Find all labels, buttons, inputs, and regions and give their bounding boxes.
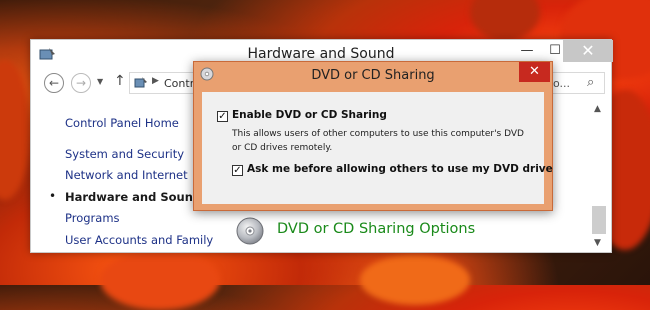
dialog-title: DVD or CD Sharing	[311, 68, 435, 83]
forward-arrow-icon[interactable]: →	[71, 73, 91, 93]
back-arrow-icon[interactable]: ←	[44, 73, 64, 93]
search-input[interactable]: o... ⌕	[549, 72, 605, 94]
wallpaper-petal	[470, 0, 540, 40]
dialog-body: ✓ Enable DVD or CD Sharing This allows u…	[202, 92, 553, 204]
scroll-down-icon[interactable]: ▼	[594, 238, 601, 248]
search-placeholder: o...	[553, 77, 571, 90]
close-button[interactable]: ✕	[563, 40, 613, 62]
wallpaper-petal	[100, 250, 220, 310]
search-icon[interactable]: ⌕	[587, 75, 594, 90]
vertical-scrollbar[interactable]: ▲ ▼	[591, 102, 607, 252]
up-arrow-icon[interactable]: ↑	[114, 73, 126, 89]
ask-before-sharing-checkbox[interactable]: ✓	[232, 165, 243, 176]
sidebar-item-control-panel-home[interactable]: Control Panel Home	[65, 116, 179, 130]
minimize-button[interactable]: —	[513, 40, 541, 62]
sidebar-item-hardware-and-sound[interactable]: Hardware and Sound	[65, 190, 201, 204]
sidebar-item-network-and-internet[interactable]: Network and Internet	[65, 168, 188, 182]
enable-sharing-checkbox[interactable]: ✓	[217, 111, 228, 122]
breadcrumb-separator-icon: ▶	[152, 76, 159, 86]
dvd-sharing-options-label[interactable]: DVD or CD Sharing Options	[277, 221, 475, 237]
dialog-close-button[interactable]: ✕	[519, 62, 550, 82]
sidebar-item-programs[interactable]: Programs	[65, 211, 120, 225]
disc-icon	[236, 217, 264, 245]
scroll-up-icon[interactable]: ▲	[594, 104, 601, 114]
scroll-thumb[interactable]	[592, 206, 606, 234]
recent-locations-icon[interactable]: ▼	[97, 77, 103, 86]
wallpaper-petal	[360, 255, 470, 305]
dvd-sharing-dialog: DVD or CD Sharing ✕ ✓ Enable DVD or CD S…	[193, 61, 553, 211]
ask-before-sharing-label[interactable]: Ask me before allowing others to use my …	[247, 163, 553, 175]
active-bullet: •	[49, 189, 57, 203]
enable-sharing-description: This allows users of other computers to …	[232, 129, 524, 153]
enable-sharing-label[interactable]: Enable DVD or CD Sharing	[232, 109, 387, 121]
sidebar-item-user-accounts-and-family[interactable]: User Accounts and Family	[65, 233, 213, 247]
sidebar-item-system-and-security[interactable]: System and Security	[65, 147, 184, 161]
wallpaper-petal	[0, 60, 30, 200]
control-panel-icon	[134, 77, 147, 88]
